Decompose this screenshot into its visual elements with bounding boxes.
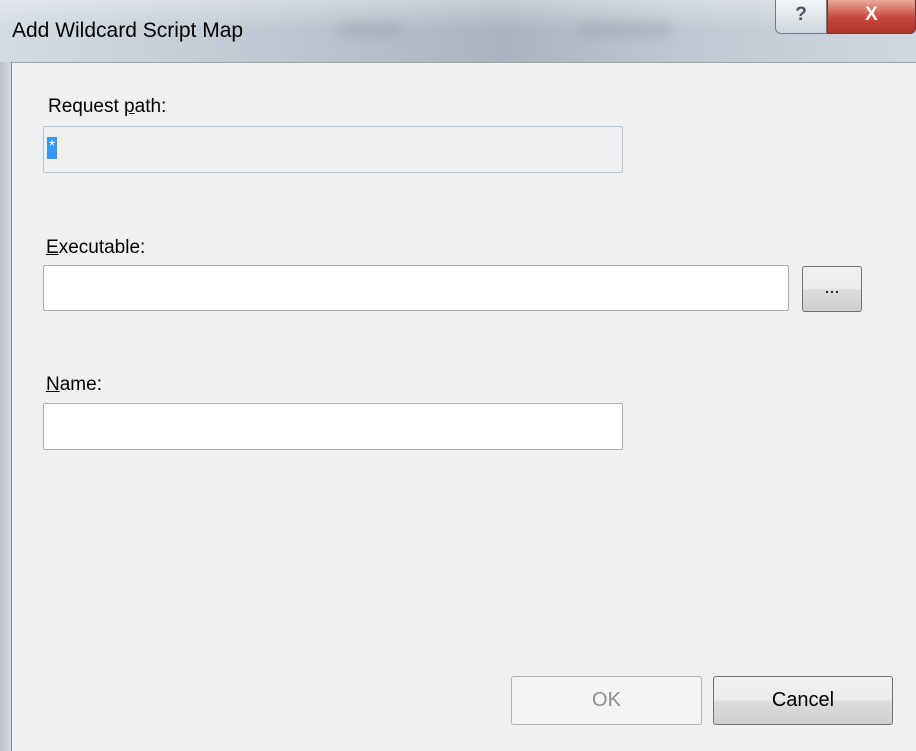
executable-label: Executable:	[46, 237, 146, 258]
browse-button-label: ...	[824, 277, 840, 297]
close-icon: X	[865, 4, 878, 25]
executable-input[interactable]	[43, 265, 789, 311]
close-button[interactable]: X	[827, 0, 916, 34]
background-window-text	[580, 22, 670, 36]
name-input[interactable]	[43, 403, 623, 450]
window-title: Add Wildcard Script Map	[12, 19, 244, 42]
help-button[interactable]: ?	[775, 0, 827, 34]
request-path-label: Request path:	[48, 96, 167, 117]
background-window-text	[340, 22, 400, 36]
browse-button[interactable]: ...	[802, 266, 862, 312]
name-label: Name:	[46, 374, 102, 395]
request-path-input[interactable]: *	[43, 126, 623, 173]
help-icon: ?	[795, 4, 807, 25]
ok-button-label: OK	[592, 689, 621, 711]
request-path-value: *	[47, 137, 58, 159]
cancel-button[interactable]: Cancel	[713, 676, 893, 725]
window-frame-border	[11, 62, 12, 751]
content-divider	[12, 62, 916, 63]
cancel-button-label: Cancel	[771, 689, 835, 711]
ok-button[interactable]: OK	[511, 676, 702, 725]
